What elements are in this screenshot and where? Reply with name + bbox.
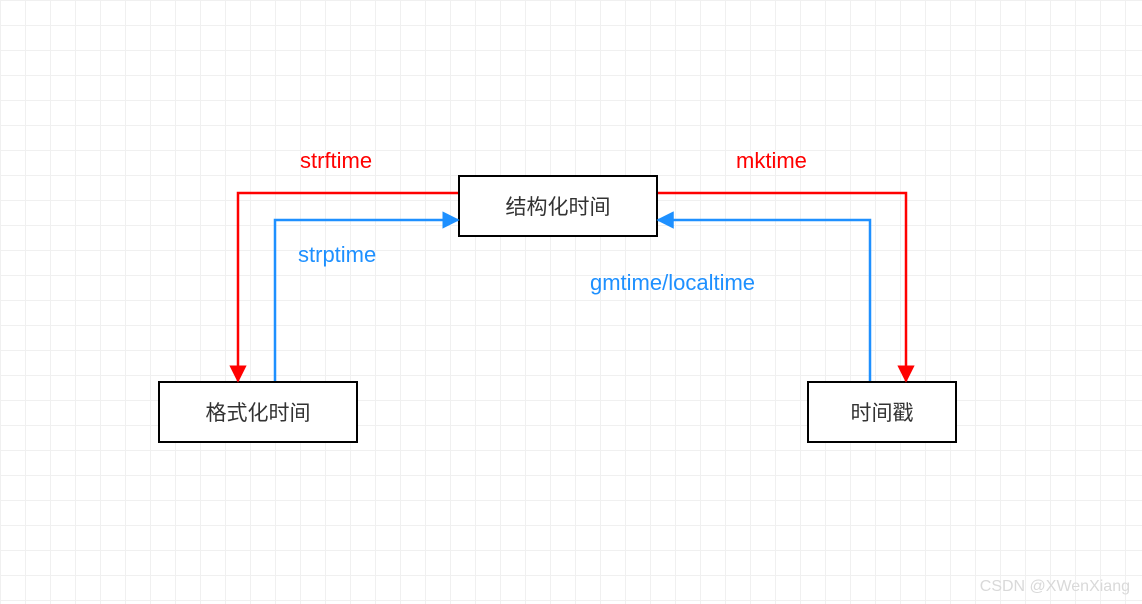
edge-strftime	[238, 193, 458, 381]
edge-strftime-label: strftime	[300, 148, 372, 174]
node-timestamp: 时间戳	[807, 381, 957, 443]
node-struct-time-label: 结构化时间	[506, 191, 611, 221]
edge-strptime-label: strptime	[298, 242, 376, 268]
node-format-time-label: 格式化时间	[206, 397, 311, 427]
node-timestamp-label: 时间戳	[851, 397, 914, 427]
node-format-time: 格式化时间	[158, 381, 358, 443]
edge-gmtime	[658, 220, 870, 381]
node-struct-time: 结构化时间	[458, 175, 658, 237]
connectors	[0, 0, 1142, 604]
edge-gmtime-label: gmtime/localtime	[590, 270, 755, 296]
edge-mktime-label: mktime	[736, 148, 807, 174]
watermark: CSDN @XWenXiang	[980, 578, 1130, 596]
